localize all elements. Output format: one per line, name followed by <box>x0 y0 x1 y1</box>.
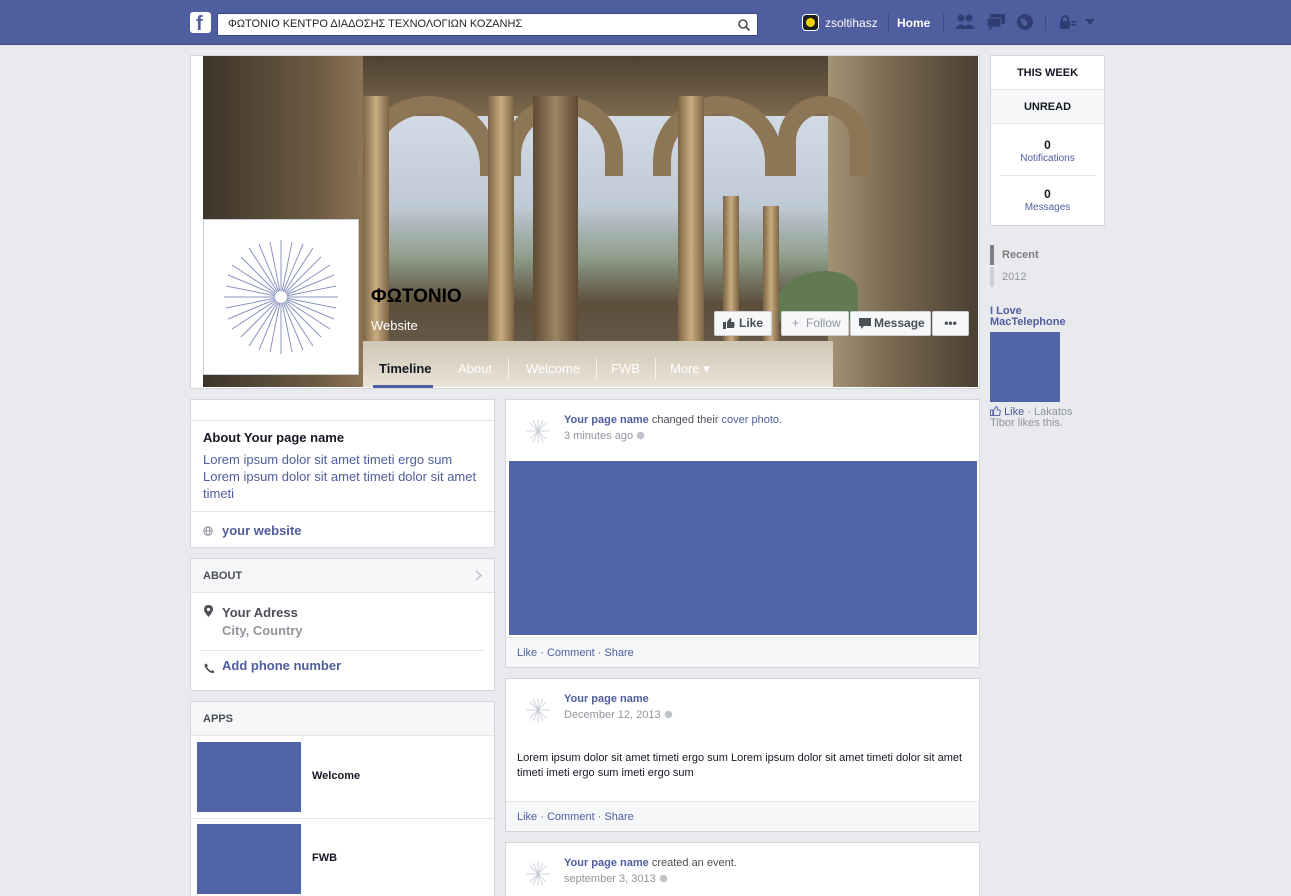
feed-post: Your page name created an event. septemb… <box>505 842 980 896</box>
divider <box>1045 14 1046 31</box>
post-author-link[interactable]: Your page name <box>564 414 649 426</box>
more-options-button[interactable]: ••• <box>932 311 969 336</box>
messages-link[interactable]: Messages <box>991 202 1104 213</box>
cover-photo-link[interactable]: cover photo. <box>722 414 783 426</box>
message-bubble-icon <box>859 318 871 329</box>
divider <box>201 650 484 651</box>
page-avatar-icon[interactable] <box>518 411 558 451</box>
messages-count: 0 <box>1044 187 1051 201</box>
post-header: Your page name created an event. <box>564 857 737 869</box>
like-button[interactable]: Like <box>714 311 772 336</box>
post-timestamp[interactable]: 3 minutes ago <box>564 430 645 442</box>
unread-tab[interactable]: UNREAD <box>991 90 1104 124</box>
tab-more[interactable]: More ▾ <box>670 361 710 377</box>
add-phone-link[interactable]: Add phone number <box>222 658 341 673</box>
sponsored-title[interactable]: I Love MacTelephone <box>990 306 1090 328</box>
phone-icon <box>204 663 215 673</box>
website-link[interactable]: your website <box>222 523 301 538</box>
globe-notifications-icon[interactable] <box>1016 13 1034 31</box>
globe-icon <box>203 526 213 536</box>
this-week-tab[interactable]: THIS WEEK <box>991 56 1104 90</box>
tab-divider <box>596 358 597 380</box>
post-header: Your page name <box>564 693 649 705</box>
follow-button[interactable]: + Follow <box>781 311 849 336</box>
notifications-count: 0 <box>1044 138 1051 152</box>
notifications-link[interactable]: Notifications <box>991 153 1104 164</box>
chevron-right-icon <box>475 570 482 581</box>
globe-icon <box>659 874 668 883</box>
page-avatar-icon[interactable] <box>518 854 558 894</box>
about-section-card: ABOUT Your Adress City, Country Add phon… <box>190 558 495 691</box>
tab-divider <box>655 358 656 380</box>
globe-icon <box>636 431 645 440</box>
app-name: Welcome <box>312 770 361 782</box>
tab-welcome[interactable]: Welcome <box>526 361 580 376</box>
about-title: About Your page name <box>203 430 345 445</box>
globe-icon <box>664 710 672 719</box>
address-line: Your Adress <box>222 605 298 620</box>
top-bar: f ΦΩΤΟΝΙΟ ΚΕΝΤΡΟ ΔΙΑΔΟΣΗΣ ΤΕΧΝΟΛΟΓΙΩΝ ΚΟ… <box>0 0 1291 45</box>
page-category: Website <box>371 318 418 333</box>
apps-header: APPS <box>191 702 494 736</box>
post-actions[interactable]: Like · Comment · Share <box>506 637 979 667</box>
home-link[interactable]: Home <box>897 16 930 30</box>
message-button[interactable]: Message <box>850 311 931 336</box>
tab-timeline[interactable]: Timeline <box>379 361 432 376</box>
divider <box>888 14 889 31</box>
app-thumbnail <box>197 742 301 812</box>
about-section-header[interactable]: ABOUT <box>191 559 494 593</box>
post-actions[interactable]: Like · Comment · Share <box>506 801 979 831</box>
friend-requests-icon[interactable] <box>955 13 975 31</box>
thumbs-up-outline-icon <box>990 405 1001 416</box>
post-timestamp[interactable]: september 3, 3013 <box>564 873 668 885</box>
search-value: ΦΩΤΟΝΙΟ ΚΕΝΤΡΟ ΔΙΑΔΟΣΗΣ ΤΕΧΝΟΛΟΓΙΩΝ ΚΟΖΑ… <box>228 18 523 30</box>
search-input[interactable]: ΦΩΤΟΝΙΟ ΚΕΝΤΡΟ ΔΙΑΔΟΣΗΣ ΤΕΧΝΟΛΟΓΙΩΝ ΚΟΖΑ… <box>217 13 758 36</box>
feed-post: Your page name changed their cover photo… <box>505 399 980 668</box>
page-avatar-icon[interactable] <box>518 690 558 730</box>
tab-divider <box>508 358 509 380</box>
search-icon[interactable] <box>737 18 751 32</box>
page-title: ΦΩΤΟΝΙΟ <box>371 286 462 307</box>
location-pin-icon <box>204 605 213 617</box>
post-text: Lorem ipsum dolor sit amet timeti ergo s… <box>517 752 963 779</box>
plus-icon: + <box>792 316 800 330</box>
feed-post: Your page name December 12, 2013 Lorem i… <box>505 678 980 832</box>
user-avatar[interactable] <box>802 14 819 31</box>
profile-picture[interactable] <box>203 219 359 375</box>
app-item-welcome[interactable]: Welcome <box>191 737 494 819</box>
post-author-link[interactable]: Your page name <box>564 693 649 705</box>
facebook-logo[interactable]: f <box>190 12 211 35</box>
post-author-link[interactable]: Your page name <box>564 857 649 869</box>
divider <box>191 511 494 512</box>
timeline-nav-year[interactable]: 2012 <box>990 267 1060 287</box>
starburst-logo-icon <box>224 240 338 354</box>
about-page-card: About Your page name Lorem ipsum dolor s… <box>190 399 495 548</box>
timeline-nav-recent[interactable]: Recent <box>990 245 1060 265</box>
divider <box>943 14 944 31</box>
apps-card: APPS Welcome FWB <box>190 701 495 896</box>
activity-ticker: THIS WEEK UNREAD 0 Notifications 0 Messa… <box>990 55 1105 226</box>
post-timestamp[interactable]: December 12, 2013 <box>564 709 673 721</box>
user-name-link[interactable]: zsoltihasz <box>825 16 878 30</box>
post-photo[interactable] <box>509 461 977 635</box>
sponsored-image[interactable] <box>990 332 1060 402</box>
divider <box>1000 175 1095 176</box>
app-item-fwb[interactable]: FWB <box>191 819 494 896</box>
post-header: Your page name changed their cover photo… <box>564 414 783 426</box>
city-country: City, Country <box>222 623 303 638</box>
sponsored-like-line: Like · Lakatos Tibor likes this. <box>990 405 1073 429</box>
privacy-shortcuts-icon[interactable] <box>1058 13 1076 31</box>
tab-fwb[interactable]: FWB <box>611 361 640 376</box>
settings-dropdown-icon[interactable] <box>1085 19 1095 26</box>
app-thumbnail <box>197 824 301 894</box>
about-description: Lorem ipsum dolor sit amet timeti ergo s… <box>203 452 477 501</box>
active-tab-indicator <box>373 385 433 388</box>
tab-about[interactable]: About <box>458 361 492 376</box>
thumbs-up-icon <box>723 318 735 329</box>
app-name: FWB <box>312 852 338 864</box>
messages-icon[interactable] <box>986 13 1006 31</box>
